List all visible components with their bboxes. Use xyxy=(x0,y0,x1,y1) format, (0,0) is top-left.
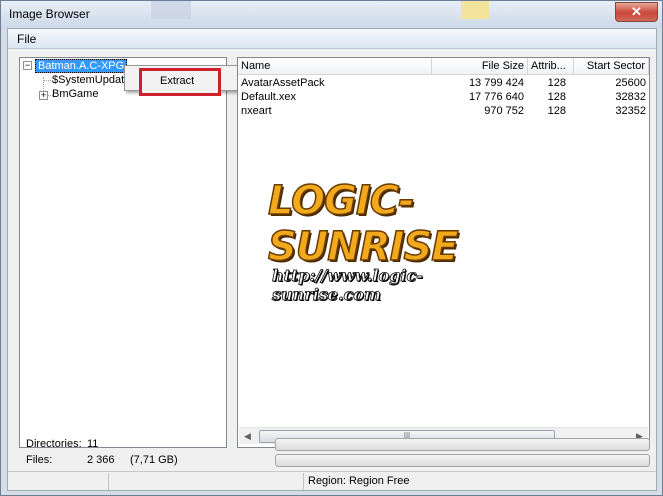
close-icon: ✕ xyxy=(631,4,642,19)
tree-item-label: $SystemUpdat xyxy=(52,74,125,86)
column-header-attrib[interactable]: Attrib... xyxy=(528,58,574,75)
menu-file[interactable]: File xyxy=(17,32,36,46)
cell-file-size: 17 776 640 xyxy=(468,91,524,103)
cell-file-size: 13 799 424 xyxy=(468,77,524,89)
tree-item-label: BmGame xyxy=(52,88,99,100)
directories-progress-bar xyxy=(275,438,650,451)
cell-file-size: 970 752 xyxy=(484,105,524,117)
files-progress-bar xyxy=(275,454,650,467)
menu-bar: File xyxy=(8,29,656,49)
tree-item-label: Batman.A.C-XPG xyxy=(35,59,128,73)
tree-item-systemupdate[interactable]: $SystemUpdat xyxy=(52,73,124,88)
table-row[interactable]: nxeart 970 752 128 32352 xyxy=(238,104,649,118)
cell-attrib: 128 xyxy=(547,91,566,103)
title-bar[interactable]: Image Browser ✕ xyxy=(1,1,662,28)
client-area: File − Batman.A.C-XPG $SystemUpdat + BmG… xyxy=(7,28,657,491)
column-header-name[interactable]: Name xyxy=(238,58,432,75)
directories-label: Directories: xyxy=(26,438,82,450)
cell-start-sector: 32352 xyxy=(615,105,646,117)
window-title: Image Browser xyxy=(9,7,90,21)
scroll-left-icon[interactable]: ◀ xyxy=(239,428,256,445)
list-header: Name File Size Attrib... Start Sector xyxy=(238,58,649,75)
status-pane-region: Region: Region Free xyxy=(303,473,656,490)
tree-item-root[interactable]: Batman.A.C-XPG xyxy=(35,59,128,74)
status-bar: Region: Region Free xyxy=(8,471,656,490)
watermark-url: http://www.logic-sunrise.com xyxy=(272,266,424,305)
close-button[interactable]: ✕ xyxy=(615,2,658,22)
title-blur-decoration-2 xyxy=(461,1,489,19)
directories-value: 11 xyxy=(87,438,99,450)
tree-item-bmgame[interactable]: BmGame xyxy=(52,87,98,102)
expand-icon[interactable]: + xyxy=(39,91,48,100)
extract-menu-item[interactable]: Extract xyxy=(139,68,221,96)
table-row[interactable]: AvatarAssetPack 13 799 424 128 25600 xyxy=(238,76,649,90)
title-blur-decoration xyxy=(151,1,191,19)
cell-name: nxeart xyxy=(241,105,272,117)
files-label: Files: xyxy=(26,454,53,466)
context-menu: Extract xyxy=(124,65,242,96)
cell-attrib: 128 xyxy=(547,105,566,117)
watermark-brand: LOGIC-SUNRISE xyxy=(267,177,459,271)
cell-start-sector: 32832 xyxy=(615,91,646,103)
status-pane-1 xyxy=(108,473,303,490)
table-row[interactable]: Default.xex 17 776 640 128 32832 xyxy=(238,90,649,104)
column-header-file-size[interactable]: File Size xyxy=(432,58,528,75)
cell-name: AvatarAssetPack xyxy=(241,77,325,89)
files-size: (7,71 GB) xyxy=(130,454,178,466)
collapse-icon[interactable]: − xyxy=(23,61,32,70)
directory-tree[interactable]: − Batman.A.C-XPG $SystemUpdat + BmGame xyxy=(19,57,227,448)
cell-name: Default.xex xyxy=(241,91,297,103)
cell-attrib: 128 xyxy=(547,77,566,89)
logic-sunrise-watermark: LOGIC-SUNRISE http://www.logic-sunrise.c… xyxy=(267,177,528,305)
cell-start-sector: 25600 xyxy=(615,77,646,89)
image-browser-window: Image Browser ✕ File − Batman.A.C-XPG $S… xyxy=(0,0,663,496)
file-list[interactable]: Name File Size Attrib... Start Sector Av… xyxy=(237,57,650,448)
files-value: 2 366 xyxy=(87,454,115,466)
column-header-start-sector[interactable]: Start Sector xyxy=(574,58,649,75)
